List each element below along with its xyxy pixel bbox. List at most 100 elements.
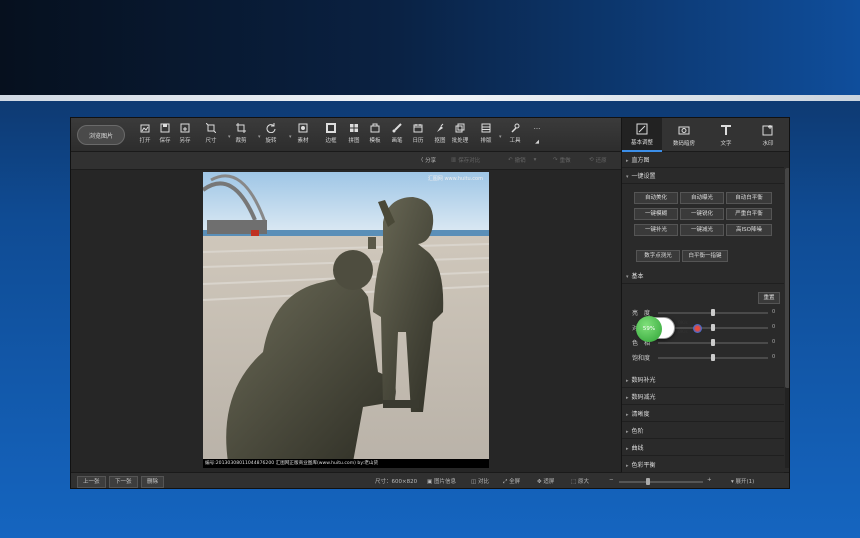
- tool-label: 打开: [139, 138, 151, 144]
- tool-batch-button[interactable]: 批处理: [448, 123, 472, 149]
- image-info-button[interactable]: ▣ 图片信息: [427, 477, 456, 485]
- tab-watermark-label: 水印: [762, 140, 774, 147]
- network-speed-widget[interactable]: 59% 0K/s 0K/s: [636, 316, 702, 342]
- compare-button[interactable]: ◫ 对比: [471, 477, 489, 485]
- section-basic[interactable]: ▾ 基本: [622, 270, 784, 284]
- one-click-button[interactable]: 自动白平衡: [726, 192, 772, 204]
- next-image-button[interactable]: 下一张: [109, 476, 138, 488]
- original-size-label: 原大: [577, 479, 589, 485]
- one-click-button[interactable]: 一键减光: [680, 224, 724, 236]
- panel-scrollbar-thumb[interactable]: [785, 168, 789, 388]
- levels-label: 色阶: [631, 428, 644, 435]
- restore-button[interactable]: ⟲ 还原: [589, 156, 607, 164]
- one-click-button[interactable]: 自动曝光: [680, 192, 724, 204]
- watermark-icon: [762, 124, 773, 135]
- one-click-button[interactable]: 自动美化: [634, 192, 678, 204]
- layout-dropdown-caret[interactable]: ▾: [499, 134, 502, 140]
- open-image-icon: [140, 123, 150, 133]
- adjust-slider-knob[interactable]: [711, 339, 715, 346]
- rotate-dropdown-caret[interactable]: ▾: [289, 134, 292, 140]
- section-digital-fill[interactable]: ▸ 数码补光: [622, 374, 784, 388]
- tool-label: 另存: [179, 138, 191, 144]
- tool-label: 画笔: [391, 138, 403, 144]
- tool-border-button[interactable]: 边框: [319, 123, 343, 149]
- tool-label: 尺寸: [205, 138, 217, 144]
- adjust-slider-knob[interactable]: [711, 309, 715, 316]
- tool-label: 边框: [325, 138, 337, 144]
- fit-screen-button[interactable]: ✥ 适屏: [537, 477, 554, 485]
- tools-icon: [510, 123, 520, 133]
- tool-calendar-button[interactable]: 日历: [406, 123, 430, 149]
- share-button[interactable]: ⟨ 分享: [421, 156, 436, 164]
- tab-watermark[interactable]: 水印: [748, 118, 788, 152]
- tool-save-as-button[interactable]: 另存: [173, 123, 197, 149]
- tab-text[interactable]: 文字: [706, 118, 746, 152]
- one-click-label: 一键设置: [631, 173, 656, 180]
- save-compare-button[interactable]: ▥ 保存对比: [451, 156, 480, 164]
- compare-icon: ▥: [451, 157, 457, 163]
- compare-view-icon: ◫: [471, 479, 478, 485]
- tab-basic-adjust[interactable]: 基本调整: [622, 118, 662, 152]
- adjust-slider[interactable]: [658, 309, 768, 316]
- one-click-button[interactable]: 数字点测光: [636, 250, 680, 262]
- tool-tools-button[interactable]: 工具: [503, 123, 527, 149]
- expand-button[interactable]: ▾ 展开(1): [731, 477, 754, 485]
- redo-button[interactable]: ↷ 重做: [553, 156, 571, 164]
- section-color-balance[interactable]: ▸ 色彩平衡: [622, 459, 784, 473]
- adjust-value: 0: [772, 309, 776, 315]
- zoom-slider-knob[interactable]: [646, 478, 651, 485]
- tab-basic-adjust-label: 基本调整: [630, 139, 653, 146]
- adjust-slider[interactable]: [658, 354, 768, 361]
- photo-caption: 编号:20130308011044876200 汇图网正版商业图库(www.hu…: [203, 459, 489, 468]
- one-click-button[interactable]: 白平衡一指键: [682, 250, 728, 262]
- previous-image-button[interactable]: 上一张: [77, 476, 106, 488]
- tool-resize-button[interactable]: 尺寸: [199, 123, 223, 149]
- adjust-value: 0: [772, 324, 776, 330]
- original-size-button[interactable]: ⬚ 原大: [571, 477, 589, 485]
- section-curves[interactable]: ▸ 曲线: [622, 442, 784, 456]
- adjust-value: 0: [772, 339, 776, 345]
- section-sharpness[interactable]: ▸ 清晰度: [622, 408, 784, 422]
- tab-darkroom[interactable]: 数码暗房: [664, 118, 704, 152]
- image-size-text: 尺寸：600×820: [375, 479, 418, 485]
- zoom-out-button[interactable]: −: [609, 477, 614, 483]
- zoom-slider[interactable]: [619, 478, 703, 485]
- one-click-button[interactable]: 一键补光: [634, 224, 678, 236]
- reset-button[interactable]: 重置: [758, 292, 780, 304]
- delete-image-button[interactable]: 删除: [141, 476, 165, 488]
- tool-template-button[interactable]: 模板: [363, 123, 387, 149]
- one-click-button[interactable]: 高ISO降噪: [726, 224, 772, 236]
- layout-icon: [481, 123, 491, 133]
- zoom-in-button[interactable]: +: [707, 477, 712, 483]
- edited-photo[interactable]: 汇图网 www.huitu.com 编号:2013030801104487620…: [203, 172, 489, 468]
- undo-label: 撤销: [514, 158, 526, 164]
- tool-crop-button[interactable]: 裁剪: [229, 123, 253, 149]
- sharpness-label: 清晰度: [631, 411, 650, 418]
- tool-label: 拼图: [348, 138, 360, 144]
- one-click-button[interactable]: 一键模糊: [634, 208, 678, 220]
- one-click-button[interactable]: 一键锐化: [680, 208, 724, 220]
- tool-material-button[interactable]: 素材: [291, 123, 315, 149]
- main-toolbar: 浏览图片 打开 保存 另存 尺寸 裁剪 旋转 素材 边框 拼图 模板 画笔 日历 抠图 批处理 排版 工具 ▾…: [71, 118, 621, 152]
- section-one-click[interactable]: ▾ 一键设置: [622, 170, 784, 184]
- undo-button[interactable]: ↶ 撤销 ▾: [508, 156, 536, 164]
- adjust-slider-knob[interactable]: [711, 324, 715, 331]
- image-canvas[interactable]: 汇图网 www.huitu.com 编号:2013030801104487620…: [71, 170, 621, 472]
- tool-rotate-button[interactable]: 旋转: [259, 123, 283, 149]
- adjust-slider[interactable]: [658, 339, 768, 346]
- cutout-icon: [435, 123, 445, 133]
- adjust-slider-knob[interactable]: [711, 354, 715, 361]
- tool-layout-button[interactable]: 排版: [474, 123, 498, 149]
- fullscreen-button[interactable]: ⤢ 全屏: [503, 477, 520, 486]
- crop-dropdown-caret[interactable]: ▾: [258, 134, 261, 140]
- section-histogram[interactable]: ▸ 直方图: [622, 154, 784, 168]
- material-icon: [298, 123, 308, 133]
- one-click-button[interactable]: 严重白平衡: [726, 208, 772, 220]
- section-levels[interactable]: ▸ 色阶: [622, 425, 784, 439]
- size-dropdown-caret[interactable]: ▾: [228, 134, 231, 140]
- section-digital-reduce[interactable]: ▸ 数码减光: [622, 391, 784, 405]
- panel-scrollbar[interactable]: [785, 168, 789, 468]
- browse-images-button[interactable]: 浏览图片: [77, 125, 125, 145]
- slide-top-band: [0, 0, 860, 95]
- more-tools-button[interactable]: ··· ◢: [525, 123, 549, 149]
